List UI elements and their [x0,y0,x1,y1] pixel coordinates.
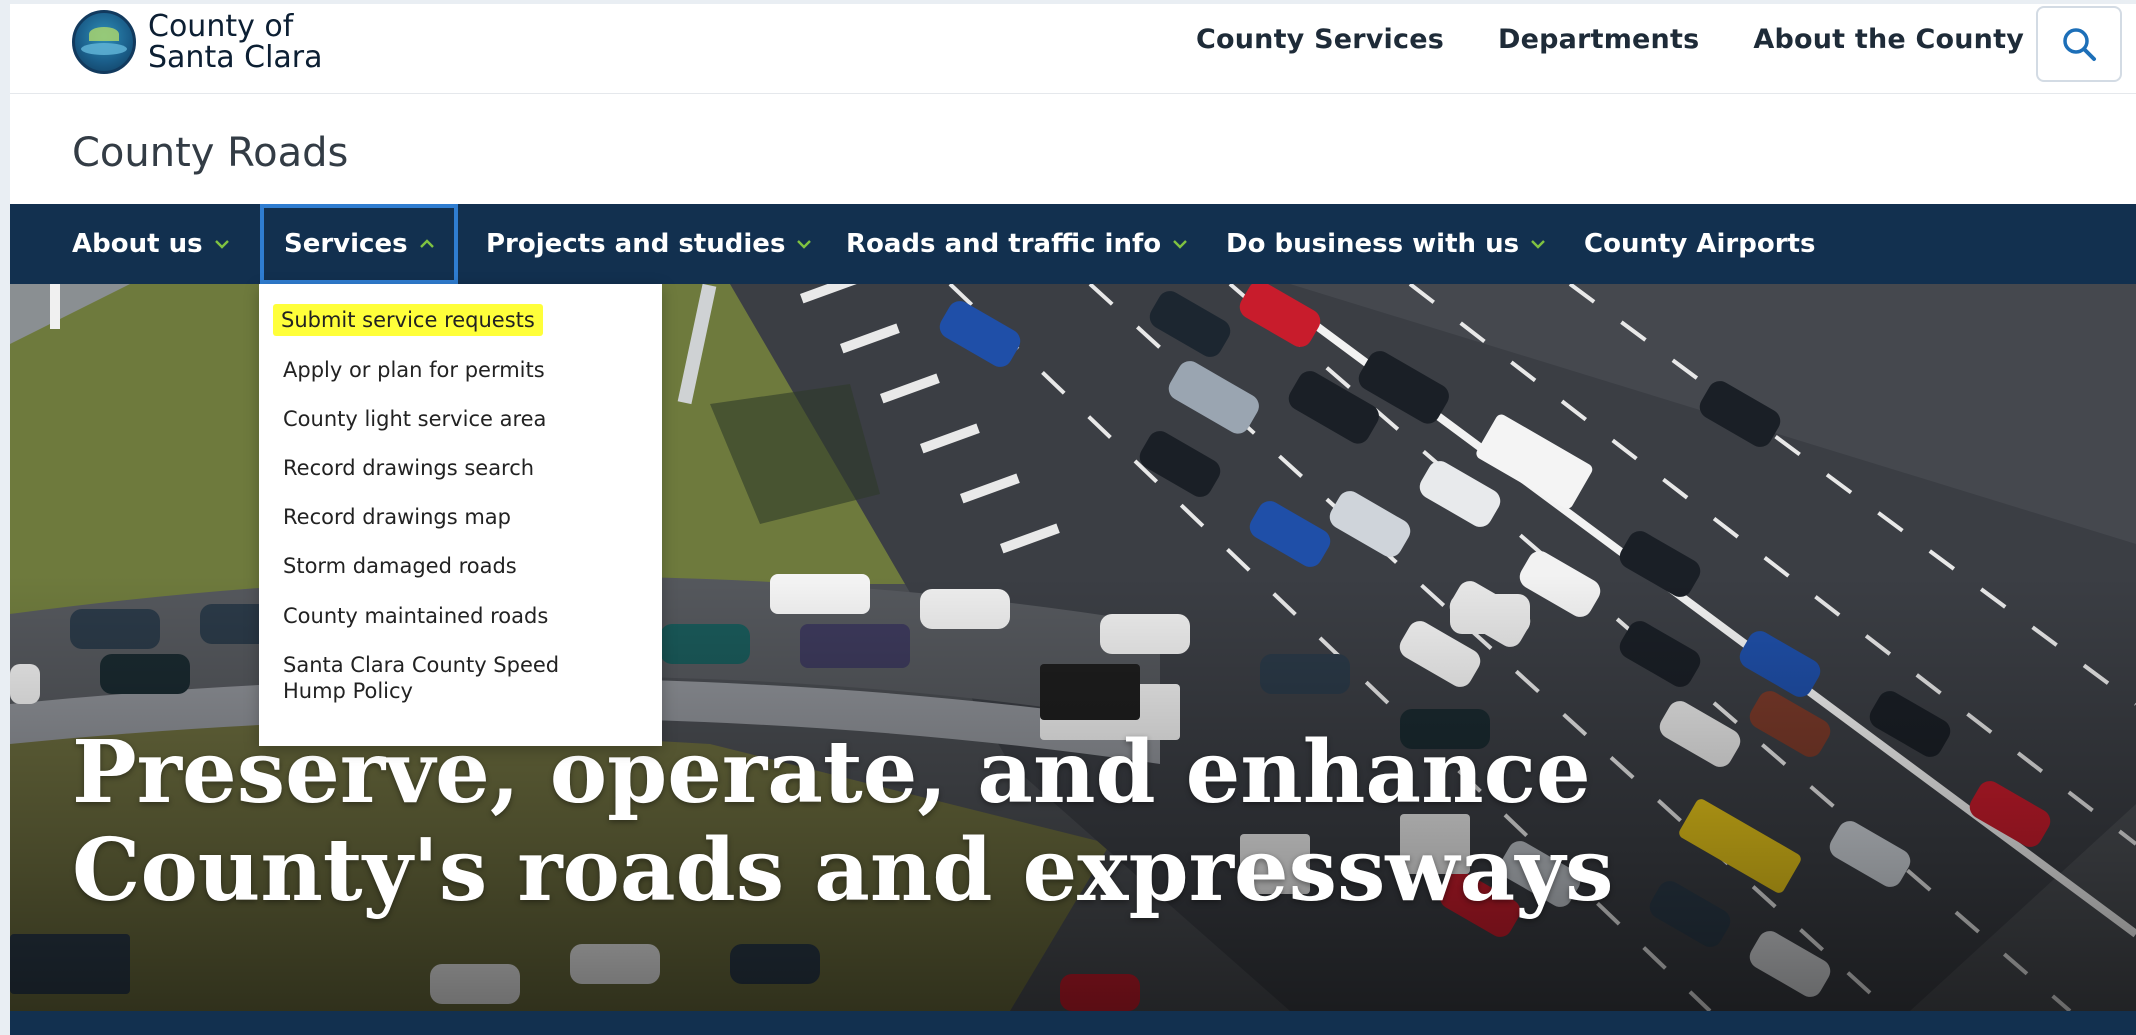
nav-services[interactable]: Services [260,204,458,284]
site-header: County of Santa Clara County Services De… [10,4,2136,94]
chevron-down-icon [797,240,812,249]
menu-item-county-light-service-area[interactable]: County light service area [283,406,546,432]
top-nav-departments[interactable]: Departments [1498,24,1699,55]
logo-line-1: County of [148,9,294,44]
nav-about-us-label: About us [72,229,203,259]
nav-business-label: Do business with us [1226,229,1520,259]
page: County of Santa Clara County Services De… [10,4,2136,1035]
search-icon [2063,28,2096,61]
chevron-down-icon [214,240,229,249]
logo-line-2: Santa Clara [148,40,323,75]
county-seal-icon [72,10,136,74]
menu-item-record-drawings-search[interactable]: Record drawings search [283,455,534,481]
menu-item-record-drawings-map[interactable]: Record drawings map [283,504,511,530]
menu-item-speed-hump-policy[interactable]: Santa Clara County Speed Hump Policy [283,652,613,704]
nav-airports-label: County Airports [1584,229,1816,259]
nav-do-business-with-us[interactable]: Do business with us [1226,204,1545,284]
menu-item-apply-or-plan-for-permits[interactable]: Apply or plan for permits [283,357,545,383]
bottom-nav-band [10,1011,2136,1035]
logo-text: County of Santa Clara [148,11,323,73]
hero-headline: Preserve, operate, and enhance County's … [72,722,1614,921]
top-nav-about-the-county[interactable]: About the County [1753,24,2024,55]
top-nav: County Services Departments About the Co… [1196,24,2024,55]
services-dropdown-menu: Submit service requests Apply or plan fo… [259,284,662,746]
main-nav: About us Services Projects and studies R… [10,204,2136,284]
menu-item-storm-damaged-roads[interactable]: Storm damaged roads [283,553,517,579]
county-logo-link[interactable]: County of Santa Clara [72,10,323,74]
top-nav-county-services[interactable]: County Services [1196,24,1444,55]
nav-roads-and-traffic-info[interactable]: Roads and traffic info [846,204,1187,284]
nav-services-label: Services [284,229,408,259]
nav-projects-label: Projects and studies [486,229,786,259]
nav-county-airports[interactable]: County Airports [1584,204,1815,284]
chevron-down-icon [1173,240,1187,249]
chevron-up-icon [419,239,434,248]
page-section-title: County Roads [72,130,349,176]
nav-about-us[interactable]: About us [72,204,229,284]
chevron-down-icon [1531,240,1545,249]
menu-item-submit-service-requests[interactable]: Submit service requests [273,304,543,336]
nav-roads-label: Roads and traffic info [846,229,1162,259]
menu-item-county-maintained-roads[interactable]: County maintained roads [283,603,548,629]
nav-projects-and-studies[interactable]: Projects and studies [486,204,812,284]
search-button[interactable] [2036,6,2122,82]
